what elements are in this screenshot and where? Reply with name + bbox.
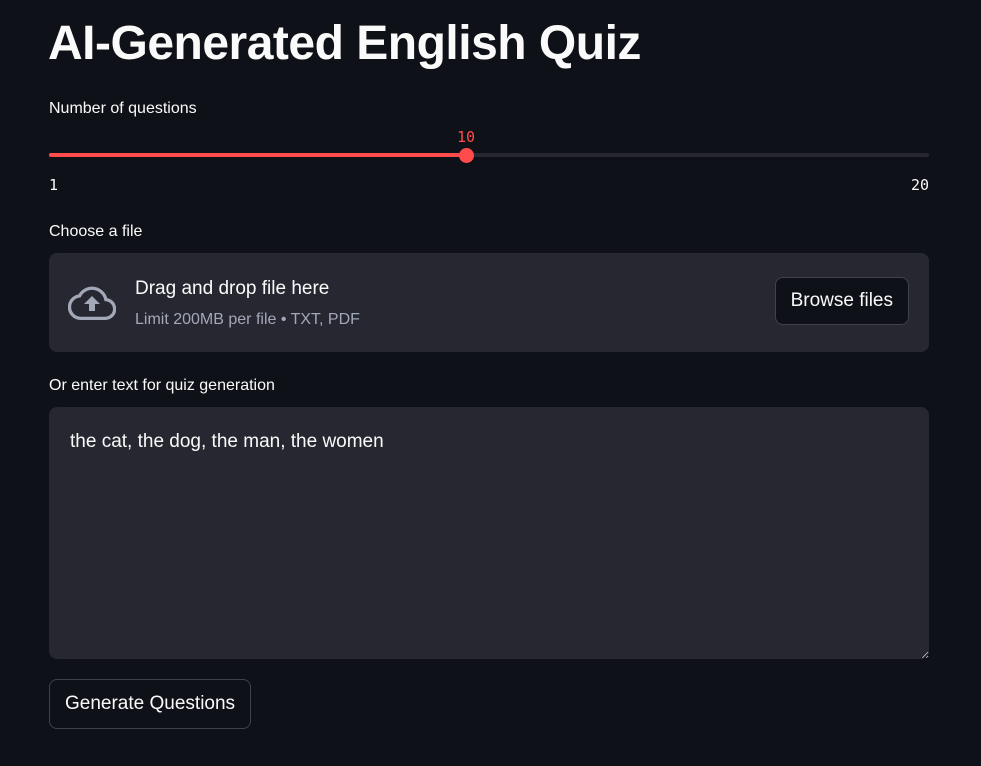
file-uploader-label: Choose a file	[49, 223, 143, 240]
slider-current-value: 10	[456, 128, 476, 146]
slider-track[interactable]	[49, 153, 929, 157]
dropzone-limit-text: Limit 200MB per file • TXT, PDF	[135, 311, 360, 328]
slider-label: Number of questions	[49, 100, 197, 117]
slider-min-label: 1	[49, 176, 59, 194]
quiz-text-input[interactable]	[49, 407, 929, 659]
slider-thumb[interactable]	[459, 148, 474, 163]
slider-max-label: 20	[910, 176, 929, 194]
generate-questions-button[interactable]: Generate Questions	[49, 679, 252, 729]
slider-track-fill	[49, 153, 466, 157]
browse-files-button[interactable]: Browse files	[774, 277, 909, 325]
file-dropzone[interactable]: Drag and drop file here Limit 200MB per …	[49, 253, 929, 352]
dropzone-title: Drag and drop file here	[135, 278, 330, 299]
text-input-label: Or enter text for quiz generation	[49, 377, 275, 394]
cloud-upload-icon	[68, 286, 116, 320]
page-title: AI-Generated English Quiz	[48, 17, 641, 70]
questions-slider[interactable]: 10 1 20	[49, 128, 929, 194]
